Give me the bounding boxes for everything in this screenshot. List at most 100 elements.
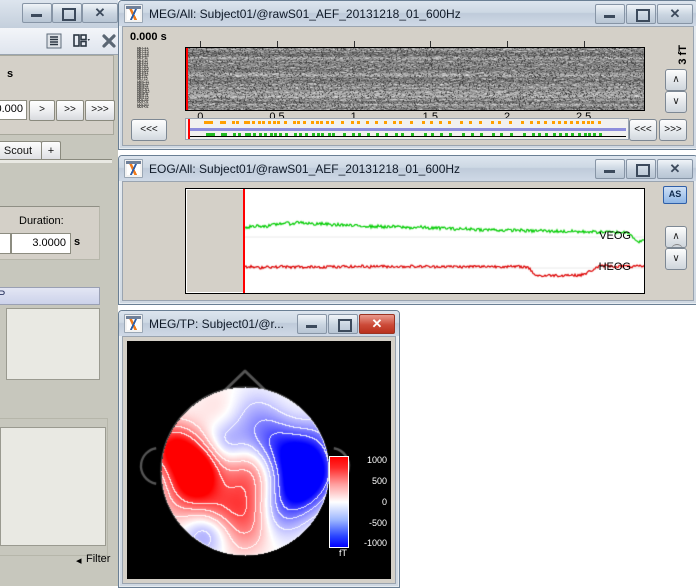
event-marker-orange[interactable] <box>570 121 573 124</box>
event-marker-orange[interactable] <box>460 121 463 124</box>
event-marker-orange[interactable] <box>252 121 255 124</box>
event-marker-green[interactable] <box>385 133 388 136</box>
event-marker-green[interactable] <box>376 133 379 136</box>
event-marker-orange[interactable] <box>210 121 213 124</box>
event-marker-orange[interactable] <box>498 121 501 124</box>
event-marker-green[interactable] <box>584 133 587 136</box>
event-marker-green[interactable] <box>492 133 495 136</box>
event-marker-green[interactable] <box>553 133 556 136</box>
event-marker-green[interactable] <box>565 133 568 136</box>
list-properties-icon[interactable] <box>46 33 64 49</box>
event-marker-orange[interactable] <box>576 121 579 124</box>
event-marker-green[interactable] <box>578 133 581 136</box>
event-marker-orange[interactable] <box>341 121 344 124</box>
event-marker-green[interactable] <box>352 133 355 136</box>
event-marker-green[interactable] <box>264 133 267 136</box>
event-marker-green[interactable] <box>440 133 443 136</box>
sidebar-close-button[interactable]: ✕ <box>82 3 118 23</box>
time-value-field[interactable]: 0.000 <box>0 100 27 120</box>
event-marker-orange[interactable] <box>277 121 280 124</box>
event-marker-orange[interactable] <box>247 121 250 124</box>
event-marker-green[interactable] <box>599 133 602 136</box>
tab-add[interactable]: + <box>41 141 61 161</box>
event-marker-green[interactable] <box>279 133 282 136</box>
time-next-button[interactable]: > <box>29 100 55 121</box>
event-marker-green[interactable] <box>317 133 320 136</box>
event-marker-orange[interactable] <box>439 121 442 124</box>
event-marker-green[interactable] <box>593 133 596 136</box>
event-marker-orange[interactable] <box>598 121 601 124</box>
event-marker-green[interactable] <box>523 133 526 136</box>
duration-start-field[interactable] <box>0 233 11 254</box>
event-marker-orange[interactable] <box>509 121 512 124</box>
event-marker-orange[interactable] <box>297 121 300 124</box>
event-marker-orange[interactable] <box>544 121 547 124</box>
event-marker-green[interactable] <box>449 133 452 136</box>
meg-all-maximize-button[interactable] <box>626 4 656 24</box>
event-marker-green[interactable] <box>411 133 414 136</box>
event-marker-orange[interactable] <box>320 121 323 124</box>
eog-all-minimize-button[interactable] <box>595 159 625 179</box>
event-marker-green[interactable] <box>259 133 262 136</box>
sidebar-minimize-button[interactable] <box>22 3 52 23</box>
meg-tp-topography[interactable]: 1000 500 0 -500 -1000 fT <box>127 341 391 579</box>
duration-value-field[interactable]: 3.0000 <box>11 233 71 254</box>
event-marker-green[interactable] <box>321 133 324 136</box>
event-marker-green[interactable] <box>274 133 277 136</box>
event-marker-orange[interactable] <box>521 121 524 124</box>
event-marker-green[interactable] <box>462 133 465 136</box>
filter-label[interactable]: Filter <box>86 553 110 565</box>
event-marker-orange[interactable] <box>399 121 402 124</box>
event-marker-green[interactable] <box>270 133 273 136</box>
event-marker-green[interactable] <box>343 133 346 136</box>
event-marker-green[interactable] <box>212 133 215 136</box>
eog-time-cursor[interactable] <box>243 189 245 293</box>
event-marker-green[interactable] <box>299 133 302 136</box>
event-marker-green[interactable] <box>285 133 288 136</box>
meg-scale-down-button[interactable]: ∨ <box>665 91 687 113</box>
event-marker-green[interactable] <box>238 133 241 136</box>
event-marker-orange[interactable] <box>448 121 451 124</box>
meg-all-titlebar[interactable]: MEG/All: Subject01/@rawS01_AEF_20131218_… <box>119 1 696 26</box>
event-marker-green[interactable] <box>367 133 370 136</box>
event-marker-orange[interactable] <box>479 121 482 124</box>
meg-all-close-button[interactable]: ✕ <box>657 4 693 24</box>
event-marker-green[interactable] <box>224 133 227 136</box>
event-marker-orange[interactable] <box>331 121 334 124</box>
event-marker-orange[interactable] <box>558 121 561 124</box>
event-marker-orange[interactable] <box>366 121 369 124</box>
meg-time-cursor[interactable] <box>186 48 188 110</box>
event-marker-green[interactable] <box>510 133 513 136</box>
meg-tp-maximize-button[interactable] <box>328 314 358 334</box>
sidebar-maximize-button[interactable] <box>52 3 82 23</box>
event-marker-green[interactable] <box>538 133 541 136</box>
event-marker-orange[interactable] <box>273 121 276 124</box>
event-marker-orange[interactable] <box>293 121 296 124</box>
event-marker-orange[interactable] <box>357 121 360 124</box>
event-marker-orange[interactable] <box>430 121 433 124</box>
meg-tp-close-button[interactable]: ✕ <box>359 314 395 334</box>
event-marker-orange[interactable] <box>587 121 590 124</box>
layout-select-icon[interactable] <box>73 33 91 49</box>
event-marker-green[interactable] <box>424 133 427 136</box>
event-marker-green[interactable] <box>480 133 483 136</box>
eog-all-titlebar[interactable]: EOG/All: Subject01/@rawS01_AEF_20131218_… <box>119 156 696 181</box>
event-marker-orange[interactable] <box>303 121 306 124</box>
event-marker-green[interactable] <box>500 133 503 136</box>
event-marker-orange[interactable] <box>564 121 567 124</box>
event-marker-green[interactable] <box>328 133 331 136</box>
event-marker-orange[interactable] <box>316 121 319 124</box>
event-marker-orange[interactable] <box>268 121 271 124</box>
event-marker-green[interactable] <box>571 133 574 136</box>
event-marker-green[interactable] <box>332 133 335 136</box>
eog-autoscale-button[interactable]: AS <box>663 186 687 204</box>
meg-scale-up-button[interactable]: ∧ <box>665 69 687 91</box>
event-marker-orange[interactable] <box>375 121 378 124</box>
meg-nav-prev2-button[interactable]: <<< <box>629 119 657 141</box>
event-marker-green[interactable] <box>253 133 256 136</box>
filter-collapse-arrow-icon[interactable]: ◂ <box>76 554 82 567</box>
event-marker-green[interactable] <box>401 133 404 136</box>
event-marker-orange[interactable] <box>351 121 354 124</box>
time-fast-forward-button[interactable]: >> <box>56 100 84 121</box>
close-icon[interactable] <box>100 33 118 49</box>
